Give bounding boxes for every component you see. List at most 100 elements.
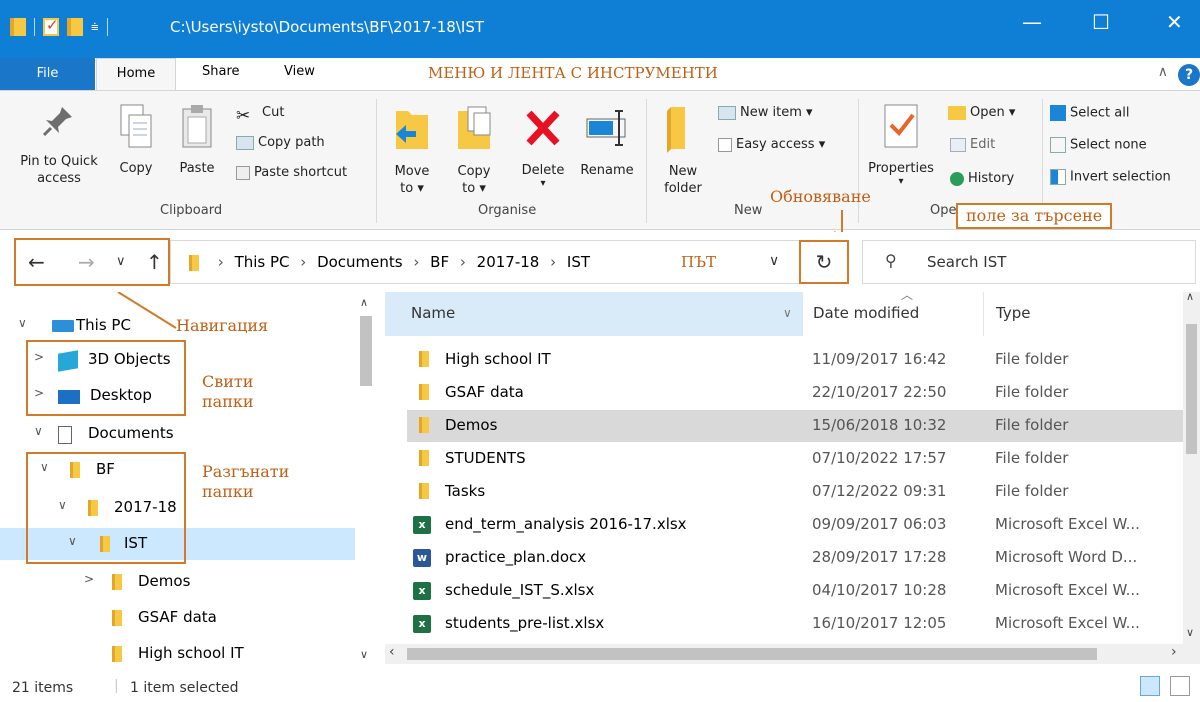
chevron-down-icon[interactable]: ∨ (34, 424, 43, 438)
tree-item-demos[interactable]: > Demos (0, 566, 355, 598)
rename-button[interactable]: Rename (578, 103, 636, 178)
item-count: 21 items (12, 680, 74, 696)
help-icon[interactable]: ? (1178, 64, 1200, 86)
copy-to-button[interactable]: Copy to ▾ (450, 103, 498, 197)
path-annotation: ПЪТ (681, 253, 717, 271)
breadcrumb-ist[interactable]: IST (567, 253, 590, 271)
tab-home[interactable]: Home (96, 58, 176, 90)
scroll-down-icon[interactable]: ∨ (360, 648, 368, 661)
column-dropdown-icon[interactable]: ∨ (783, 306, 792, 320)
new-item-button[interactable]: New item ▾ (718, 105, 813, 120)
file-list-vertical-scrollbar[interactable]: ∧ ∨ (1183, 290, 1200, 644)
file-row[interactable]: x students_pre-list.xlsx 16/10/2017 12:0… (407, 608, 1183, 640)
easy-access-icon (718, 137, 732, 152)
maximize-button[interactable]: ☐ (1092, 10, 1110, 34)
search-input[interactable]: ⚲ Search IST (862, 240, 1196, 284)
column-headers: Name ∨ ︿ Date modified Type (385, 288, 1183, 336)
properties-quick-icon[interactable] (43, 16, 59, 36)
file-row[interactable]: Tasks 07/12/2022 09:31 File folder (407, 476, 1183, 508)
new-folder-button[interactable]: New folder (658, 103, 708, 197)
file-row[interactable]: x schedule_IST_S.xlsx 04/10/2017 10:28 M… (407, 575, 1183, 607)
breadcrumb-documents[interactable]: Documents (317, 253, 403, 271)
title-bar: ⩧ C:\Users\iysto\Documents\BF\2017-18\IS… (0, 0, 1200, 58)
folder-icon (189, 254, 199, 271)
paste-shortcut-button[interactable]: Paste shortcut (236, 165, 347, 180)
column-header-type[interactable]: Type (983, 292, 1163, 336)
address-dropdown-icon[interactable]: ∨ (769, 253, 779, 269)
search-icon: ⚲ (885, 251, 897, 270)
pin-to-quick-access-button[interactable]: Pin to Quick access (14, 103, 104, 187)
file-row[interactable]: w practice_plan.docx 28/09/2017 17:28 Mi… (407, 542, 1183, 574)
folder-icon (419, 483, 429, 499)
folder-icon (112, 610, 122, 626)
forward-arrow-icon[interactable]: → (78, 250, 95, 274)
delete-button[interactable]: Delete ▾ (518, 103, 568, 189)
close-button[interactable]: ✕ (1166, 10, 1183, 34)
back-arrow-icon[interactable]: ← (28, 250, 45, 274)
select-none-button[interactable]: Select none (1050, 137, 1147, 153)
easy-access-button[interactable]: Easy access ▾ (718, 137, 825, 152)
copy-path-icon (236, 135, 254, 150)
refresh-button[interactable]: ↻ (799, 240, 849, 284)
chevron-right-icon[interactable]: > (84, 572, 94, 586)
breadcrumb-bf[interactable]: BF (430, 253, 449, 271)
column-header-name[interactable]: Name ∨ (385, 292, 803, 336)
copy-button[interactable]: Copy (114, 103, 158, 176)
move-to-icon (396, 111, 428, 149)
open-button[interactable]: Open ▾ (948, 105, 1015, 120)
collapse-ribbon-icon[interactable]: ∧ (1158, 64, 1168, 80)
tree-item-high-school-it[interactable]: High school IT (0, 638, 355, 670)
customize-toolbar-icon[interactable]: ⩧ (91, 20, 99, 35)
chevron-down-icon[interactable]: ∨ (18, 316, 27, 330)
open-folder-icon (948, 105, 966, 120)
tab-share[interactable]: Share (202, 64, 240, 79)
edit-button[interactable]: Edit (950, 137, 995, 152)
tab-view[interactable]: View (284, 64, 315, 79)
refresh-annotation: Обновяване (770, 187, 871, 206)
move-to-button[interactable]: Move to ▾ (388, 103, 436, 197)
scroll-right-icon[interactable]: › (1171, 644, 1177, 660)
large-icons-view-icon[interactable] (1170, 676, 1190, 696)
ribbon: Pin to Quick access Copy Paste ✂ Cut Copy… (0, 90, 1200, 230)
tab-file[interactable]: File (0, 58, 95, 90)
paste-shortcut-icon (236, 165, 250, 180)
address-bar[interactable]: › This PC › Documents › BF › 2017-18 › I… (170, 240, 849, 284)
select-none-icon (1050, 137, 1066, 153)
file-row-selected[interactable]: Demos 15/06/2018 10:32 File folder (407, 410, 1183, 442)
minimize-button[interactable]: — (1022, 10, 1042, 34)
column-header-date[interactable]: ︿ Date modified (803, 288, 983, 336)
file-row[interactable]: High school IT 11/09/2017 16:42 File fol… (407, 344, 1183, 376)
file-row[interactable]: GSAF data 22/10/2017 22:50 File folder (407, 377, 1183, 409)
paste-button[interactable]: Paste (175, 103, 219, 176)
file-list: Name ∨ ︿ Date modified Type High school … (385, 288, 1200, 672)
recent-locations-icon[interactable]: ∨ (116, 254, 126, 269)
select-all-button[interactable]: Select all (1050, 105, 1129, 121)
file-row[interactable]: STUDENTS 07/10/2022 17:57 File folder (407, 443, 1183, 475)
excel-icon: x (413, 516, 431, 534)
breadcrumb-this-pc[interactable]: This PC (235, 253, 290, 271)
up-arrow-icon[interactable]: ↑ (146, 250, 163, 274)
new-folder-quick-icon[interactable] (67, 18, 83, 36)
folder-icon (419, 351, 429, 367)
tree-item-gsaf-data[interactable]: GSAF data (0, 602, 355, 634)
copy-path-button[interactable]: Copy path (236, 135, 325, 150)
paste-icon (182, 105, 212, 148)
tree-item-documents[interactable]: ∨ Documents (0, 418, 355, 450)
breadcrumb-2017-18[interactable]: 2017-18 (477, 253, 540, 271)
cut-button[interactable]: ✂ Cut (236, 105, 284, 126)
scroll-up-icon[interactable]: ∧ (1186, 290, 1194, 303)
navigation-pane: ∨ This PC > 3D Objects > Desktop ∨ Docum… (0, 292, 380, 672)
scroll-down-icon[interactable]: ∨ (1186, 626, 1194, 639)
folder-icon (10, 18, 26, 36)
properties-button[interactable]: Properties ▾ (862, 103, 940, 187)
nav-pane-scrollbar[interactable]: ∧ ∨ (355, 292, 377, 672)
scroll-up-icon[interactable]: ∧ (360, 296, 368, 309)
edit-icon (950, 137, 966, 152)
file-list-horizontal-scrollbar[interactable]: ‹ › (385, 644, 1200, 664)
details-view-icon[interactable] (1140, 676, 1160, 696)
selection-count: 1 item selected (130, 680, 239, 696)
history-button[interactable]: History (950, 171, 1014, 186)
invert-selection-button[interactable]: Invert selection (1050, 169, 1171, 185)
file-row[interactable]: x end_term_analysis 2016-17.xlsx 09/09/2… (407, 509, 1183, 541)
scroll-left-icon[interactable]: ‹ (389, 644, 395, 660)
